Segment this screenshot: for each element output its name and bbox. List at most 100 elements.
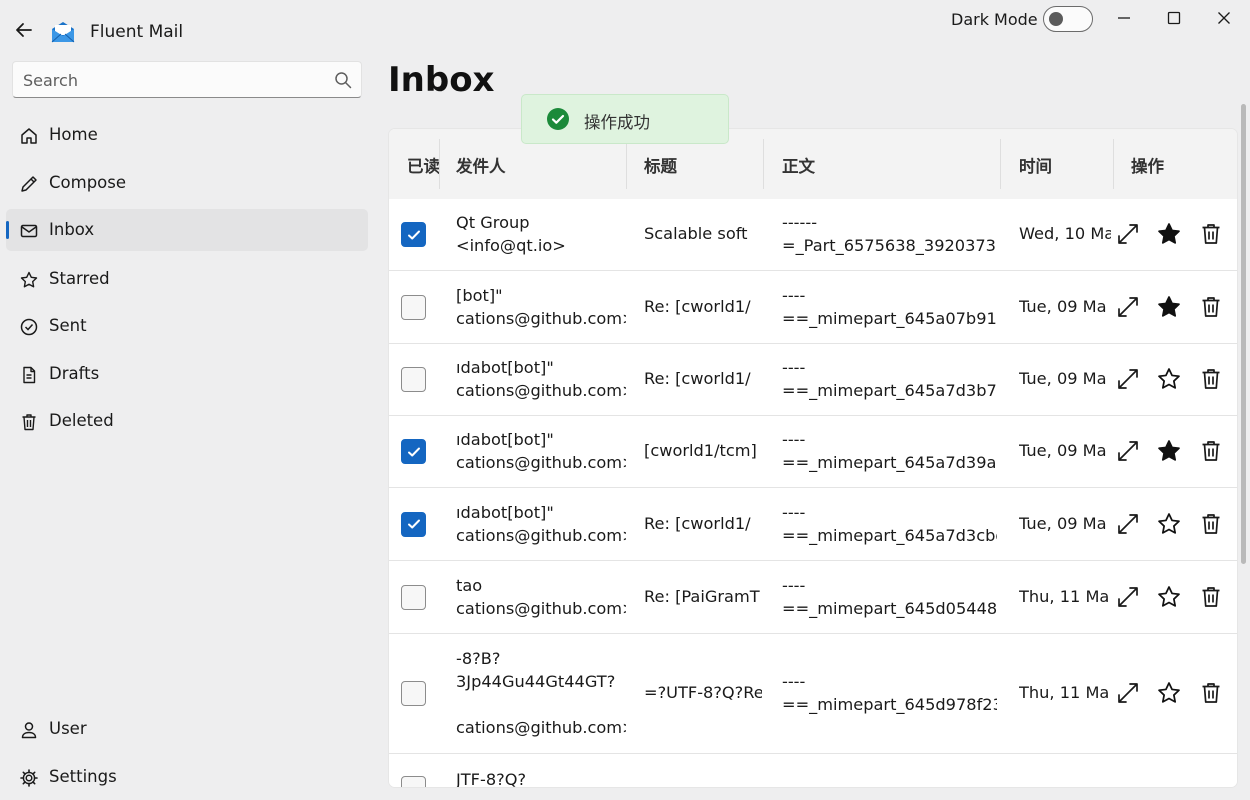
column-divider[interactable]	[626, 139, 627, 189]
body-cell: ---- ==_mimepart_645d978f23	[782, 670, 997, 716]
open-expand-icon[interactable]	[1114, 365, 1142, 393]
sender-line: -8?B?	[456, 649, 501, 668]
sidebar-item-inbox[interactable]: Inbox	[6, 209, 368, 251]
time-cell: Tue, 09 Ma	[1019, 369, 1107, 388]
open-expand-icon[interactable]	[1114, 293, 1142, 321]
sidebar-item-label: Sent	[49, 316, 87, 335]
table-row[interactable]: JTF-8?Q?	[389, 754, 1237, 787]
time-cell: Thu, 11 Ma	[1019, 586, 1110, 606]
star-filled-icon[interactable]	[1155, 293, 1183, 321]
column-header-body[interactable]: 正文	[782, 153, 815, 177]
body-line: ----	[782, 285, 806, 305]
open-expand-icon[interactable]	[1114, 583, 1142, 611]
trash-icon[interactable]	[1197, 437, 1225, 465]
column-header-sender[interactable]: 发件人	[456, 153, 506, 177]
read-checkbox[interactable]	[401, 511, 426, 537]
trash-icon[interactable]	[1197, 220, 1225, 248]
column-divider[interactable]	[1113, 139, 1114, 189]
column-header-read[interactable]: 已读	[407, 153, 441, 177]
subject-cell: Re: [cworld1/	[644, 369, 751, 388]
read-checkbox[interactable]	[401, 367, 426, 392]
table-row[interactable]: -8?B? 3Jp44Gu44Gt44GT? cations@github.com>…	[389, 634, 1237, 754]
trash-icon[interactable]	[1197, 365, 1225, 393]
body-cell: ---- ==_mimepart_645a7d3b7c	[782, 356, 997, 402]
sidebar-item-home[interactable]: Home	[6, 114, 368, 156]
maximize-icon	[1167, 11, 1181, 25]
table-row[interactable]: [bot]" cations@github.com> Re: [cworld1/ --…	[389, 271, 1237, 344]
column-divider[interactable]	[439, 139, 440, 189]
open-expand-icon[interactable]	[1114, 437, 1142, 465]
time-cell: Tue, 09 Ma	[1019, 513, 1107, 533]
sidebar-item-label: Settings	[49, 767, 117, 786]
page-title: Inbox	[388, 60, 495, 100]
app-title: Fluent Mail	[90, 22, 184, 42]
trash-icon[interactable]	[1197, 510, 1225, 538]
table-row[interactable]: ıdabot[bot]" cations@github.com> [cworld1/…	[389, 416, 1237, 488]
sender-line: Qt Group	[456, 213, 530, 232]
body-line: ----	[782, 672, 806, 691]
sender-line: ıdabot[bot]"	[456, 502, 554, 522]
table-row[interactable]: tao cations@github.com> Re: [PaiGramT ---- =…	[389, 561, 1237, 634]
sidebar-item-sent[interactable]: Sent	[6, 305, 368, 347]
trash-icon[interactable]	[1197, 293, 1225, 321]
read-checkbox[interactable]	[401, 681, 426, 706]
dark-mode-label: Dark Mode	[951, 10, 1038, 29]
trash-icon[interactable]	[1197, 583, 1225, 611]
open-expand-icon[interactable]	[1114, 220, 1142, 248]
sender-line: ıdabot[bot]"	[456, 358, 554, 377]
sidebar-item-label: Drafts	[49, 364, 100, 383]
sidebar-item-user[interactable]: User	[6, 708, 368, 750]
maximize-button[interactable]	[1160, 6, 1188, 30]
open-expand-icon[interactable]	[1114, 510, 1142, 538]
star-filled-icon[interactable]	[1155, 220, 1183, 248]
star-outline-icon[interactable]	[1155, 583, 1183, 611]
open-expand-icon[interactable]	[1114, 679, 1142, 707]
sender-line: cations@github.com>	[456, 598, 626, 618]
minimize-button[interactable]	[1110, 6, 1138, 30]
star-filled-icon[interactable]	[1155, 437, 1183, 465]
read-checkbox[interactable]	[401, 584, 426, 610]
sidebar-item-compose[interactable]: Compose	[6, 162, 368, 204]
column-divider[interactable]	[1000, 139, 1001, 189]
read-checkbox[interactable]	[401, 776, 426, 787]
time-cell: Tue, 09 Ma	[1019, 441, 1107, 460]
email-table: 已读 发件人 标题 正文 时间 操作 Qt Group <info@qt.io> S…	[388, 128, 1238, 788]
sender-cell: -8?B? 3Jp44Gu44Gt44GT? cations@github.com>	[456, 647, 626, 739]
subject-cell: =?UTF-8?Q?Re:	[644, 683, 762, 702]
sidebar-item-label: Starred	[49, 269, 110, 288]
close-button[interactable]	[1210, 6, 1238, 30]
sidebar-item-starred[interactable]: Starred	[6, 258, 368, 300]
trash-icon[interactable]	[1197, 679, 1225, 707]
sidebar-item-label: Deleted	[49, 411, 114, 430]
sender-cell: ıdabot[bot]" cations@github.com>	[456, 501, 626, 547]
trash-icon	[18, 411, 40, 433]
read-checkbox[interactable]	[401, 222, 426, 247]
read-checkbox[interactable]	[401, 439, 426, 464]
search-icon[interactable]	[333, 70, 353, 90]
sidebar-item-deleted[interactable]: Deleted	[6, 400, 368, 442]
column-divider[interactable]	[763, 139, 764, 189]
column-header-subject[interactable]: 标题	[644, 153, 677, 177]
read-checkbox[interactable]	[401, 294, 426, 320]
table-row[interactable]: ıdabot[bot]" cations@github.com> Re: [cwor…	[389, 488, 1237, 561]
table-row[interactable]: Qt Group <info@qt.io> Scalable soft ------ =…	[389, 199, 1237, 271]
sender-cell: tao cations@github.com>	[456, 574, 626, 620]
star-outline-icon[interactable]	[1155, 679, 1183, 707]
body-line: ----	[782, 502, 806, 522]
body-line: ------	[782, 213, 818, 232]
column-header-actions[interactable]: 操作	[1131, 153, 1164, 177]
time-cell: Thu, 11 Ma	[1019, 683, 1110, 702]
subject-cell: Re: [PaiGramT	[644, 586, 760, 606]
column-header-time[interactable]: 时间	[1019, 153, 1052, 177]
sidebar-item-drafts[interactable]: Drafts	[6, 353, 368, 395]
sidebar-item-settings[interactable]: Settings	[6, 756, 368, 798]
dark-mode-toggle[interactable]	[1043, 6, 1093, 32]
back-button[interactable]	[10, 16, 38, 44]
table-scrollbar[interactable]	[1241, 104, 1246, 564]
star-outline-icon[interactable]	[1155, 510, 1183, 538]
body-cell: ---- ==_mimepart_645d054486	[782, 574, 997, 620]
star-outline-icon[interactable]	[1155, 365, 1183, 393]
subject-cell: Scalable soft	[644, 224, 748, 243]
search-input[interactable]	[23, 68, 323, 92]
table-row[interactable]: ıdabot[bot]" cations@github.com> Re: [cwor…	[389, 344, 1237, 416]
